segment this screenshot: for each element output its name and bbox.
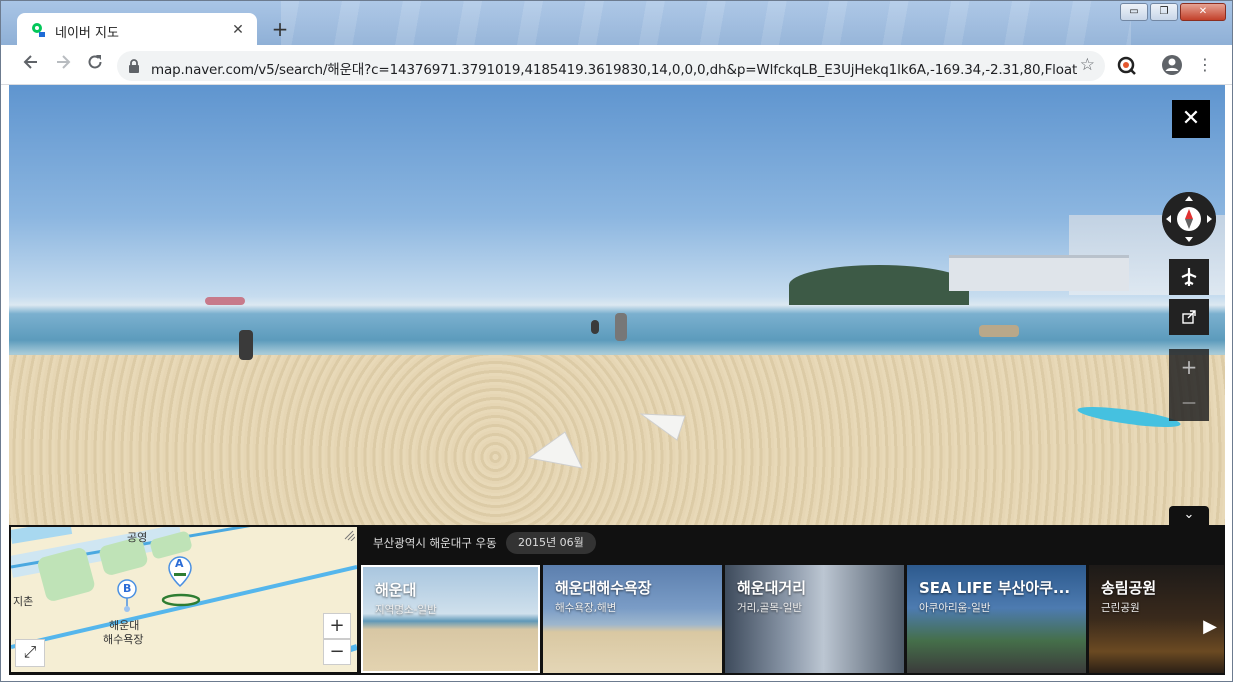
map-label-beach-line2: 해수욕장 bbox=[103, 633, 144, 646]
place-card-haeundae[interactable]: 해운대 지역명소-일반 bbox=[361, 565, 540, 673]
aerial-view-button[interactable] bbox=[1169, 259, 1209, 295]
place-card-category: 아쿠아리움-일반 bbox=[919, 602, 991, 614]
headland-hill bbox=[789, 265, 969, 305]
beachgoer bbox=[239, 330, 253, 360]
sunbather bbox=[979, 325, 1019, 337]
forward-button[interactable] bbox=[51, 53, 75, 77]
extension-icon[interactable] bbox=[1115, 54, 1137, 76]
back-arrow-icon bbox=[23, 55, 37, 69]
minimap-zoom-out-button[interactable]: − bbox=[323, 639, 351, 665]
marker-a-label: A bbox=[175, 557, 184, 570]
place-card-haeundae-beach[interactable]: 해운대해수욕장 해수욕장,해변 bbox=[543, 565, 722, 673]
move-forward-arrow-icon[interactable] bbox=[639, 410, 689, 442]
bookmark-star-icon[interactable]: ☆ bbox=[1080, 55, 1095, 75]
place-card-name: 해운대 bbox=[375, 581, 417, 599]
tab-title: 네이버 지도 bbox=[55, 26, 119, 41]
minimap-resize-handle-icon[interactable] bbox=[343, 529, 355, 541]
lock-icon bbox=[129, 59, 139, 73]
place-card-category: 거리,골목-일반 bbox=[737, 602, 803, 614]
pano-zoom-in-button[interactable]: + bbox=[1169, 349, 1209, 385]
move-left-arrow-icon[interactable] bbox=[527, 430, 585, 470]
minimap-zoom-in-button[interactable]: + bbox=[323, 613, 351, 639]
minimap[interactable]: 공영 지촌 해운대 해수욕장 A B + − ⤢ bbox=[11, 527, 357, 672]
reload-icon bbox=[88, 55, 102, 69]
forward-arrow-icon bbox=[57, 55, 71, 69]
minimap-expand-button[interactable]: ⤢ bbox=[15, 639, 45, 667]
collapse-panel-button[interactable]: ⌄ bbox=[1169, 506, 1209, 525]
capture-date-badge[interactable]: 2015년 06월 bbox=[506, 532, 596, 554]
close-window-button[interactable]: ✕ bbox=[1180, 3, 1226, 21]
carousel-next-button[interactable]: ▶ bbox=[1197, 607, 1223, 647]
beachgoer bbox=[615, 313, 627, 341]
new-tab-button[interactable]: + bbox=[267, 17, 293, 43]
profile-avatar-icon[interactable] bbox=[1161, 54, 1183, 76]
maximize-button[interactable]: ❐ bbox=[1150, 3, 1178, 21]
tab-naver-map[interactable]: 네이버 지도 ✕ bbox=[17, 13, 257, 47]
address-bar[interactable]: map.naver.com/v5/search/해운대?c=14376971.3… bbox=[117, 51, 1105, 81]
streetview-close-button[interactable]: ✕ bbox=[1172, 100, 1210, 138]
place-card-category: 지역명소-일반 bbox=[375, 604, 437, 616]
location-address: 부산광역시 해운대구 우동 bbox=[373, 536, 497, 550]
place-card-name: 해운대거리 bbox=[737, 579, 807, 597]
place-card-sea-life[interactable]: SEA LIFE 부산아쿠... 아쿠아리움-일반 bbox=[907, 565, 1086, 673]
map-label-jichon: 지촌 bbox=[13, 595, 34, 608]
place-card-category: 근린공원 bbox=[1101, 602, 1140, 614]
pano-zoom-out-button[interactable]: — bbox=[1169, 385, 1209, 421]
tab-strip: 네이버 지도 ✕ + ▭ ❐ ✕ bbox=[1, 1, 1232, 47]
airplane-icon bbox=[1181, 268, 1197, 286]
share-button[interactable] bbox=[1169, 299, 1209, 335]
bottom-panel: 공영 지촌 해운대 해수욕장 A B + − ⤢ 부산광역시 해운대구 우동 2… bbox=[9, 525, 1225, 675]
marker-b-label: B bbox=[123, 582, 132, 595]
minimize-button[interactable]: ▭ bbox=[1120, 3, 1148, 21]
boat bbox=[205, 297, 245, 305]
place-card-name: 해운대해수욕장 bbox=[555, 579, 652, 597]
back-button[interactable] bbox=[19, 53, 43, 77]
beach-sand bbox=[9, 355, 1225, 525]
street-view-panorama[interactable]: ✕ + — ⌄ bbox=[9, 85, 1225, 525]
browser-toolbar: map.naver.com/v5/search/해운대?c=14376971.3… bbox=[1, 45, 1232, 85]
tab-close-icon[interactable]: ✕ bbox=[229, 21, 247, 39]
hotel-building bbox=[949, 255, 1129, 291]
map-label-gongyeong: 공영 bbox=[127, 531, 148, 544]
url-text: map.naver.com/v5/search/해운대?c=14376971.3… bbox=[151, 62, 1078, 78]
beachgoer bbox=[591, 320, 599, 334]
reload-button[interactable] bbox=[83, 53, 107, 77]
place-card-haeundae-street[interactable]: 해운대거리 거리,골목-일반 bbox=[725, 565, 904, 673]
place-card-name: 송림공원 bbox=[1101, 579, 1157, 597]
tabstrip-background bbox=[281, 1, 1131, 45]
compass-icon[interactable] bbox=[1162, 192, 1216, 246]
window-controls: ▭ ❐ ✕ bbox=[1120, 3, 1226, 23]
menu-kebab-icon[interactable]: ⋮ bbox=[1193, 53, 1217, 77]
share-icon bbox=[1182, 310, 1196, 324]
nearby-places-carousel: 해운대 지역명소-일반 해운대해수욕장 해수욕장,해변 해운대거리 거리,골목-… bbox=[361, 565, 1225, 673]
place-card-name: SEA LIFE 부산아쿠... bbox=[919, 579, 1071, 597]
browser-window: 네이버 지도 ✕ + ▭ ❐ ✕ map.naver.com/v5/search… bbox=[0, 0, 1233, 682]
minimap-roads bbox=[11, 527, 357, 672]
naver-map-favicon-icon bbox=[32, 23, 45, 37]
place-card-category: 해수욕장,해변 bbox=[555, 602, 617, 614]
